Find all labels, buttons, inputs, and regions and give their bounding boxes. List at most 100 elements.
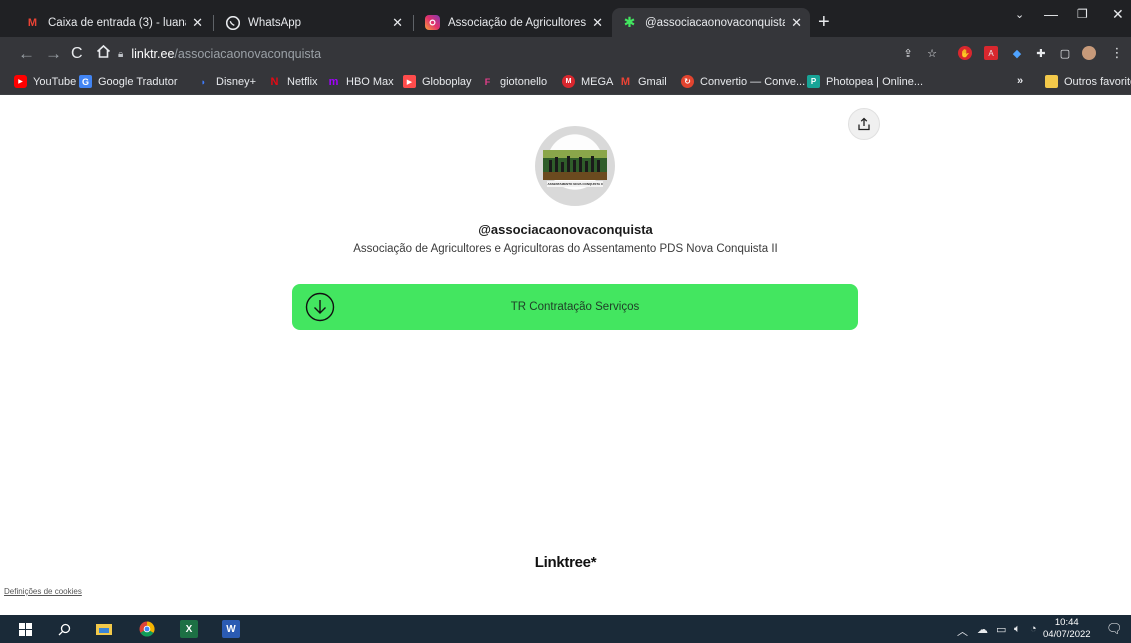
profile-avatar[interactable]: [1082, 46, 1096, 60]
giotonello-icon: F: [484, 76, 491, 87]
bookmark-netflix[interactable]: N Netflix: [268, 75, 318, 88]
download-arrow-icon: [305, 292, 335, 322]
bookmark-mega[interactable]: M MEGA: [562, 75, 613, 88]
cookie-settings-link[interactable]: Definições de cookies: [4, 587, 82, 596]
bookmark-label: Outros favoritos: [1064, 75, 1131, 88]
mega-icon: M: [562, 75, 575, 88]
tab-separator: [213, 15, 214, 31]
tab-title: WhatsApp: [248, 16, 302, 29]
bookmark-youtube[interactable]: ▶ YouTube: [14, 75, 76, 88]
bookmark-hbomax[interactable]: m HBO Max: [327, 75, 394, 88]
tab-title: Associação de Agricultores e Agr: [448, 16, 587, 29]
share-page-icon[interactable]: ⇪: [901, 46, 915, 60]
close-icon[interactable]: ✕: [192, 15, 203, 31]
bookmark-star-icon[interactable]: ☆: [925, 46, 939, 60]
tab-instagram[interactable]: Associação de Agricultores e Agr ✕: [415, 8, 611, 37]
share-button[interactable]: [848, 108, 880, 140]
bookmark-gmail[interactable]: M Gmail: [619, 75, 667, 88]
avatar-caption: ASSENTAMENTO NOVA CONQUISTA II: [547, 182, 603, 186]
gmail-icon: M: [27, 16, 38, 29]
bookmarks-bar: ▶ YouTube G Google Tradutor ◗ Disney+ N …: [0, 71, 1131, 95]
close-icon[interactable]: ✕: [592, 15, 603, 31]
bookmark-disney[interactable]: ◗ Disney+: [197, 75, 256, 88]
back-button[interactable]: ←: [18, 44, 35, 64]
taskbar-clock[interactable]: 10:44 04/07/2022: [1043, 617, 1091, 641]
extension-pdf-icon[interactable]: A: [984, 46, 998, 60]
tab-title: Caixa de entrada (3) - luanacptm: [48, 16, 186, 29]
linktree-page: ASSENTAMENTO NOVA CONQUISTA II @associac…: [0, 95, 1131, 615]
tab-strip: M Caixa de entrada (3) - luanacptm ✕ Wha…: [0, 0, 1131, 37]
reload-button[interactable]: C: [71, 44, 83, 64]
clock-time: 10:44: [1054, 617, 1079, 628]
bookmark-photopea[interactable]: P Photopea | Online...: [807, 75, 923, 88]
tab-gmail[interactable]: M Caixa de entrada (3) - luanacptm ✕: [15, 8, 211, 37]
translate-icon: G: [79, 75, 92, 88]
share-icon: [858, 117, 870, 131]
onedrive-icon[interactable]: ☁: [977, 623, 988, 636]
word-icon[interactable]: W: [222, 620, 240, 638]
tab-whatsapp[interactable]: WhatsApp ✕: [215, 8, 411, 37]
folder-icon: [1045, 75, 1058, 88]
bookmark-globoplay[interactable]: ▶ Globoplay: [403, 75, 472, 88]
more-bookmarks-label: »: [1017, 75, 1024, 87]
restore-button[interactable]: ❐: [1077, 7, 1088, 21]
bookmark-google-tradutor[interactable]: G Google Tradutor: [79, 75, 178, 88]
windows-start-icon[interactable]: [16, 620, 34, 638]
instagram-icon: [425, 15, 440, 30]
new-tab-button[interactable]: +: [818, 12, 830, 32]
gmail-icon: M: [620, 75, 631, 88]
lock-icon: 🔒︎: [118, 48, 124, 60]
address-path: /associacaonovaconquista: [174, 47, 322, 61]
chrome-icon[interactable]: [138, 620, 156, 638]
address-bar[interactable]: 🔒︎ linktr.ee /associacaonovaconquista: [118, 42, 888, 66]
extension-shield-icon[interactable]: ◆: [1010, 46, 1024, 60]
bookmark-folder-outros[interactable]: Outros favoritos: [1045, 75, 1131, 88]
side-panel-icon[interactable]: ▢: [1058, 46, 1072, 60]
excel-icon[interactable]: X: [180, 620, 198, 638]
more-bookmarks-button[interactable]: »: [1017, 75, 1023, 87]
menu-kebab-icon[interactable]: ⋮: [1110, 45, 1124, 60]
hbomax-icon: m: [328, 75, 339, 88]
close-icon[interactable]: ✕: [791, 15, 802, 31]
whatsapp-icon: [225, 15, 240, 30]
extensions-puzzle-icon[interactable]: ✚: [1034, 46, 1048, 60]
minimize-button[interactable]: —: [1044, 6, 1058, 22]
linktree-icon: ✱: [623, 14, 636, 30]
bookmark-label: Photopea | Online...: [826, 75, 924, 88]
close-window-button[interactable]: ✕: [1112, 6, 1124, 23]
bookmark-giotonello[interactable]: F giotonello: [481, 75, 547, 88]
bookmark-label: Netflix: [287, 75, 318, 88]
tab-search-icon[interactable]: ⌄: [1015, 8, 1024, 21]
bookmark-label: Disney+: [216, 75, 257, 88]
chevron-up-icon[interactable]: ︿: [957, 623, 968, 639]
tab-title: @associacaonovaconquista | Link: [645, 16, 786, 29]
link-label: TR Contratação Serviços: [510, 301, 640, 313]
clock-date: 04/07/2022: [1043, 629, 1091, 640]
convertio-icon: ↻: [681, 75, 694, 88]
forward-button[interactable]: →: [45, 44, 62, 64]
volume-icon[interactable]: 🔈︎: [1014, 623, 1021, 636]
tab-linktree[interactable]: ✱ @associacaonovaconquista | Link ✕: [612, 8, 810, 37]
profile-name: @associacaonovaconquista: [478, 222, 653, 237]
association-logo-icon: [543, 150, 607, 187]
profile-avatar-logo: ASSENTAMENTO NOVA CONQUISTA II: [535, 126, 615, 206]
bookmark-convertio[interactable]: ↻ Convertio — Conve...: [681, 75, 805, 88]
windows-taskbar: X W ︿ ☁ ▭ 🔈︎ ◔ 10:44 04/07/2022 🗨︎: [0, 615, 1131, 643]
linktree-logo[interactable]: Linktree*: [0, 554, 1131, 571]
close-icon[interactable]: ✕: [392, 15, 403, 31]
home-button[interactable]: [96, 44, 111, 64]
file-explorer-icon[interactable]: [95, 620, 113, 638]
extension-adblock-icon[interactable]: ✋: [958, 46, 972, 60]
bookmark-label: HBO Max: [346, 75, 394, 88]
bookmark-label: MEGA: [581, 75, 614, 88]
notifications-icon[interactable]: 🗨︎: [1106, 621, 1123, 637]
disney-icon: ◗: [200, 76, 207, 87]
bookmark-label: Convertio — Conve...: [700, 75, 806, 88]
link-button-tr-contratacao[interactable]: TR Contratação Serviços: [292, 284, 858, 330]
bookmark-label: Gmail: [638, 75, 667, 88]
globoplay-icon: ▶: [403, 75, 416, 88]
battery-icon[interactable]: ▭: [996, 623, 1006, 636]
search-icon[interactable]: [55, 620, 73, 638]
bookmark-label: giotonello: [500, 75, 548, 88]
wifi-icon[interactable]: ◔: [1030, 623, 1037, 635]
